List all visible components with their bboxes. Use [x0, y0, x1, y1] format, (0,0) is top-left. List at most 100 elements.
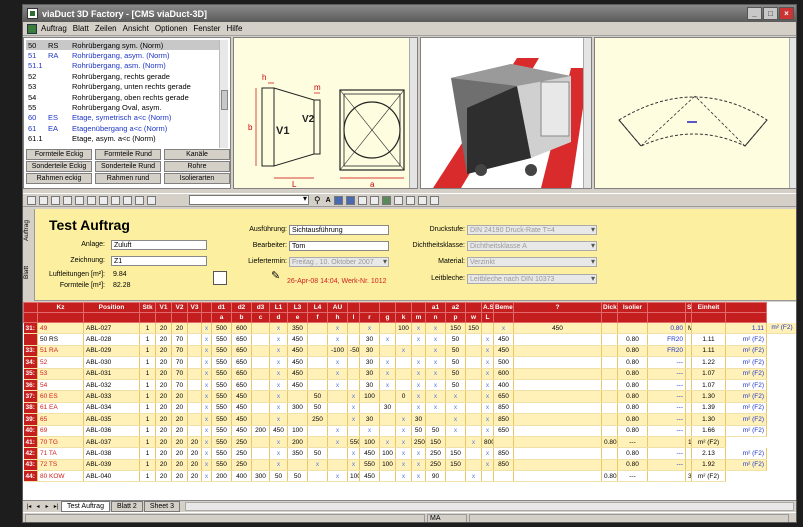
table-cell[interactable]: 100	[287, 425, 308, 437]
table-cell[interactable]: 850	[493, 459, 514, 472]
table-cell[interactable]: 1.66	[691, 425, 726, 437]
table-cell[interactable]: 51 RA	[37, 345, 84, 358]
table-cell[interactable]: 20	[155, 368, 172, 380]
table-cell[interactable]	[601, 413, 618, 426]
table-cell[interactable]: 550	[211, 425, 232, 437]
table-cell[interactable]: ABL-027	[83, 322, 140, 335]
table-cell[interactable]	[251, 322, 270, 335]
table-cell[interactable]: m² (F2)	[691, 470, 726, 483]
table-cell[interactable]: x	[411, 333, 426, 346]
table-cell[interactable]: 100	[347, 470, 360, 483]
column-header[interactable]: L3	[287, 302, 308, 313]
table-cell[interactable]: 550	[211, 368, 232, 380]
table-cell[interactable]: 30	[359, 379, 380, 392]
table-cell[interactable]: x	[481, 447, 494, 460]
table-cell[interactable]	[251, 402, 270, 415]
column-header[interactable]: L1	[269, 302, 288, 313]
table-cell[interactable]: x	[411, 447, 426, 460]
table-cell[interactable]	[379, 425, 396, 437]
column-header[interactable]: a2	[445, 302, 466, 313]
table-cell[interactable]: ---	[647, 447, 686, 460]
column-header[interactable]: Dicke	[601, 302, 618, 313]
table-cell[interactable]: x	[481, 379, 494, 392]
table-cell[interactable]: ABL-038	[83, 447, 140, 460]
table-cell[interactable]: 0.80	[617, 390, 648, 403]
table-cell[interactable]: 1	[139, 413, 156, 426]
table-cell[interactable]: x	[481, 413, 494, 426]
document-icon[interactable]	[27, 23, 37, 34]
table-cell[interactable]	[465, 368, 482, 380]
column-header[interactable]: ?	[513, 302, 602, 313]
table-cell[interactable]	[513, 368, 602, 380]
table-cell[interactable]: x	[327, 425, 348, 437]
part-list-item[interactable]: 51 RA Rohrübergang, asym. (Norm)	[26, 50, 220, 60]
part-list-item[interactable]: 51.1 Rohrübergang, asm. (Norm)	[26, 61, 220, 71]
table-cell[interactable]: x	[411, 470, 426, 483]
table-cell[interactable]: 20	[171, 470, 188, 483]
column-header[interactable]	[465, 302, 482, 313]
table-cell[interactable]: m² (F2)	[725, 356, 767, 369]
table-cell[interactable]: 30	[359, 345, 380, 358]
table-cell[interactable]: x	[411, 356, 426, 369]
table-cell[interactable]	[513, 459, 602, 472]
table-cell[interactable]	[465, 459, 482, 472]
btn-formteile-eckig[interactable]: Formteile Eckig	[26, 149, 92, 160]
table-cell[interactable]: x	[445, 390, 466, 403]
table-cell[interactable]: x	[269, 333, 288, 346]
table-cell[interactable]	[601, 356, 618, 369]
part-list-item[interactable]: 55 Rohrübergang Oval, asym.	[26, 102, 220, 112]
table-cell[interactable]: m² (F2)	[725, 333, 767, 346]
table-cell[interactable]: ABL-030	[83, 356, 140, 369]
table-cell[interactable]	[465, 379, 482, 392]
table-cell[interactable]: x	[201, 447, 212, 460]
table-cell[interactable]: 50	[445, 379, 466, 392]
table-cell[interactable]: ABL-033	[83, 390, 140, 403]
table-cell[interactable]	[513, 379, 602, 392]
table-cell[interactable]: 1	[139, 470, 156, 483]
table-cell[interactable]: 100	[395, 322, 412, 335]
table-cell[interactable]: 50	[445, 356, 466, 369]
search-icon[interactable]	[405, 195, 415, 205]
table-cell[interactable]	[379, 470, 396, 483]
undo-icon[interactable]	[147, 195, 156, 205]
table-cell[interactable]: 20	[155, 402, 172, 415]
table-cell[interactable]: x	[201, 356, 212, 369]
tab-auftrag[interactable]: Auftrag	[23, 213, 35, 249]
table-cell[interactable]: 0.80	[617, 459, 648, 472]
table-cell[interactable]: m² (F2)	[725, 345, 767, 358]
table-cell[interactable]: m² (F2)	[725, 368, 767, 380]
table-cell[interactable]: x	[201, 425, 212, 437]
table-cell[interactable]: 450	[231, 413, 252, 426]
part-list-item[interactable]: 54 Rohrübergang, oben rechts gerade	[26, 92, 220, 102]
table-cell[interactable]: ---	[647, 356, 686, 369]
table-cell[interactable]: 550	[211, 413, 232, 426]
table-row[interactable]: 38: 61 EA ABL-034 1 20 20 x 550 450 x 300 50 x 30 x x x x…	[23, 402, 797, 415]
table-cell[interactable]	[601, 368, 618, 380]
table-cell[interactable]	[601, 425, 618, 437]
table-cell[interactable]: ABL-034	[83, 402, 140, 415]
table-cell[interactable]	[513, 447, 602, 460]
table-cell[interactable]	[493, 436, 514, 449]
column-header[interactable]: Einheit	[691, 302, 726, 313]
table-cell[interactable]	[307, 345, 328, 358]
btn-formteile-rund[interactable]: Formteile Rund	[95, 149, 161, 160]
table-cell[interactable]: x	[201, 402, 212, 415]
table-cell[interactable]: 65	[37, 413, 84, 426]
table-cell[interactable]: 550	[211, 436, 232, 449]
delete-row-icon[interactable]	[135, 195, 144, 205]
table-cell[interactable]: 450	[231, 390, 252, 403]
table-cell[interactable]: 1	[139, 333, 156, 346]
table-cell[interactable]: 200	[287, 436, 308, 449]
table-cell[interactable]: x	[445, 402, 466, 415]
table-cell[interactable]: 450	[287, 333, 308, 346]
table-cell[interactable]: m² (F2)	[766, 322, 796, 335]
table-cell[interactable]	[513, 345, 602, 358]
table-cell[interactable]: x	[425, 379, 446, 392]
table-cell[interactable]	[307, 470, 328, 483]
table-cell[interactable]: x	[445, 413, 466, 426]
table-cell[interactable]: 61 EA	[37, 402, 84, 415]
table-row[interactable]: 42: 71 TA ABL-038 1 20 20 20 x 550 250 x 350 50 x 450 1…	[23, 447, 797, 460]
table-cell[interactable]: 30	[379, 402, 396, 415]
table-cell[interactable]	[251, 436, 270, 449]
table-cell[interactable]	[359, 402, 380, 415]
